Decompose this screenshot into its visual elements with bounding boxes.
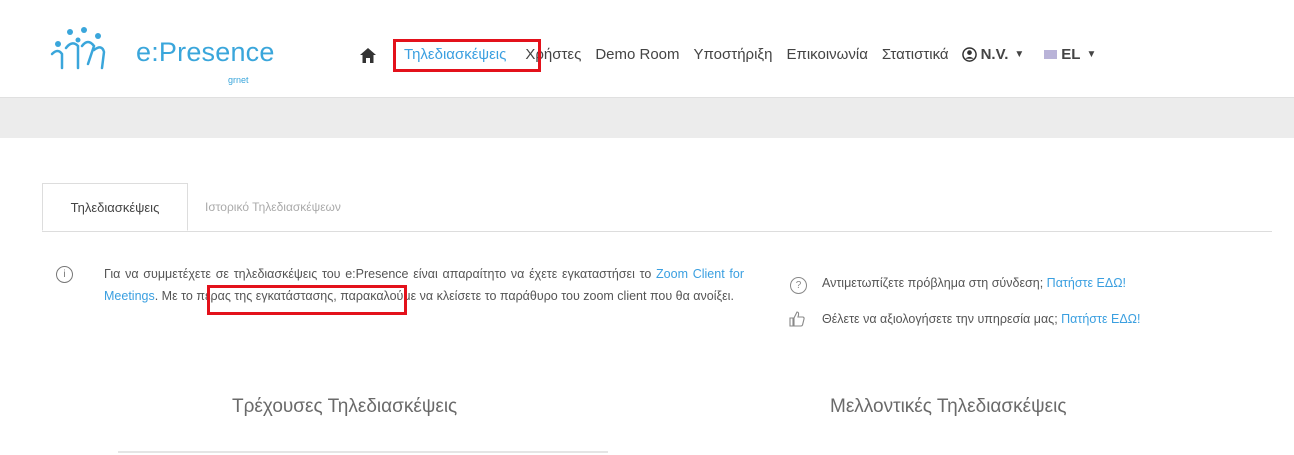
- logo-subtext: grnet: [228, 75, 249, 85]
- rate-service-text: Θέλετε να αξιολογήσετε την υπηρεσία μας;: [822, 312, 1062, 326]
- nav-item-support[interactable]: Υποστήριξη: [687, 46, 780, 63]
- rate-service-row: Θέλετε να αξιολογήσετε την υπηρεσία μας;…: [822, 312, 1141, 326]
- top-navbar: e:Presence grnet Τηλεδιασκέψεις Χρήστες …: [0, 0, 1294, 97]
- info-text-before: Για να συμμετέχετε σε τηλεδιασκέψεις του…: [104, 267, 657, 281]
- gray-header-strip: [0, 97, 1294, 138]
- rate-service-link[interactable]: Πατήστε ΕΔΩ!: [1061, 312, 1140, 326]
- connection-problem-text: Αντιμετωπίζετε πρόβλημα στη σύνδεση;: [822, 276, 1047, 290]
- highlight-nav-conferences: [393, 39, 541, 72]
- highlight-zoom-link: [207, 285, 407, 315]
- logo-text: e:Presence: [136, 37, 275, 67]
- tab-conference-history[interactable]: Ιστορικό Τηλεδιασκέψεων: [205, 183, 341, 231]
- flag-icon: [1044, 50, 1058, 59]
- future-conferences-title: Μελλοντικές Τηλεδιασκέψεις: [830, 396, 1067, 417]
- caret-down-icon: ▼: [1086, 49, 1097, 60]
- info-icon: i: [56, 266, 73, 283]
- nav-item-statistics[interactable]: Στατιστικά: [875, 46, 956, 63]
- user-menu[interactable]: N.V. ▼: [956, 46, 1031, 63]
- people-logo-icon: [50, 27, 106, 70]
- epresence-logo[interactable]: e:Presence grnet: [48, 20, 288, 92]
- connection-help-link[interactable]: Πατήστε ΕΔΩ!: [1047, 276, 1126, 290]
- language-menu[interactable]: EL ▼: [1030, 46, 1102, 63]
- nav-item-demo-room[interactable]: Demo Room: [588, 46, 686, 63]
- connection-problem-row: Αντιμετωπίζετε πρόβλημα στη σύνδεση; Πατ…: [822, 276, 1126, 290]
- zoom-info-text: Για να συμμετέχετε σε τηλεδιασκέψεις του…: [104, 263, 744, 307]
- section-divider: [118, 451, 608, 453]
- home-icon[interactable]: [360, 48, 376, 63]
- language-label: EL: [1061, 46, 1081, 63]
- user-label: N.V.: [980, 46, 1009, 63]
- current-conferences-title: Τρέχουσες Τηλεδιασκέψεις: [232, 396, 458, 417]
- caret-down-icon: ▼: [1014, 49, 1025, 60]
- tab-conferences[interactable]: Τηλεδιασκέψεις: [42, 183, 188, 231]
- question-circle-icon: ?: [790, 277, 807, 294]
- user-circle-icon: [961, 47, 977, 62]
- thumbs-up-icon: [789, 311, 805, 327]
- tab-bar: Τηλεδιασκέψεις Ιστορικό Τηλεδιασκέψεων: [42, 183, 1272, 232]
- nav-item-contact[interactable]: Επικοινωνία: [779, 46, 874, 63]
